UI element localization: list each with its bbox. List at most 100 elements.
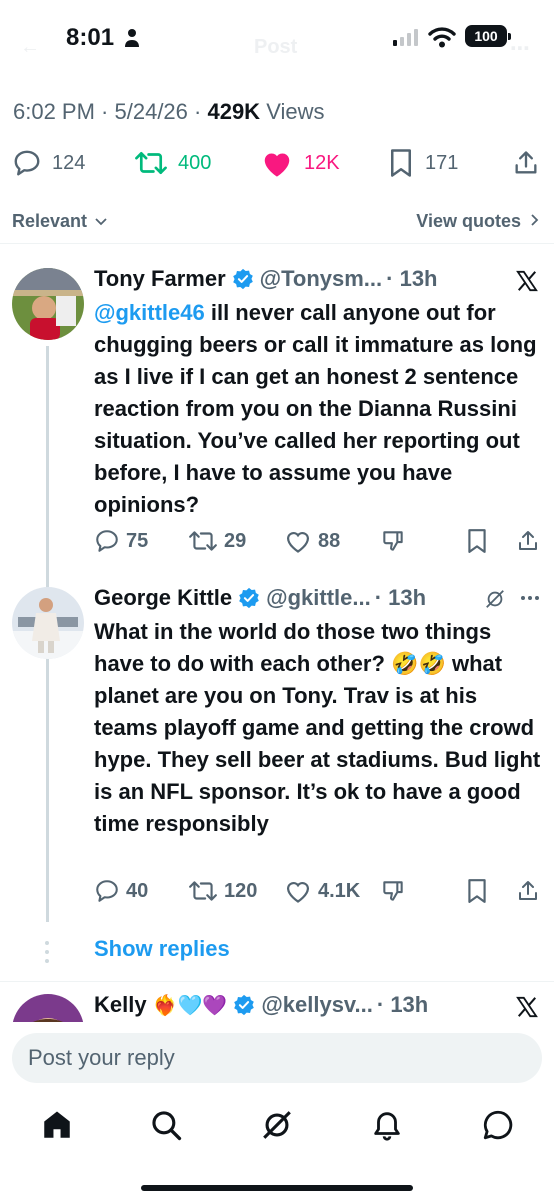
grok-icon[interactable] xyxy=(260,1108,294,1142)
reply-button[interactable]: 40 xyxy=(94,874,148,908)
messages-icon[interactable] xyxy=(481,1108,515,1142)
heart-icon xyxy=(286,882,310,903)
bookmark-icon xyxy=(468,529,486,553)
divider xyxy=(0,981,554,982)
author-handle[interactable]: @kellysv... xyxy=(261,992,373,1018)
like-stat[interactable]: 12K xyxy=(260,140,340,186)
avatar[interactable] xyxy=(12,587,84,659)
post-age: · 13h xyxy=(374,585,427,610)
reply-composer[interactable] xyxy=(12,1033,542,1083)
home-icon[interactable] xyxy=(40,1108,74,1142)
reply-header: George Kittle @gkittle... · 13h xyxy=(94,585,426,611)
bookmark-stat[interactable]: 171 xyxy=(387,140,458,186)
heart-icon xyxy=(286,532,310,553)
tweet-views-count: 429K xyxy=(207,99,261,124)
bookmark-icon xyxy=(391,149,411,177)
bookmark-button[interactable] xyxy=(466,524,488,558)
name-emoji: ❤️‍🔥🩵💜 xyxy=(152,994,228,1017)
reply-icon xyxy=(14,150,40,176)
verified-badge-icon xyxy=(239,587,259,609)
downvote-icon xyxy=(383,531,403,551)
reply-input[interactable] xyxy=(12,1033,542,1083)
repost-count: 400 xyxy=(178,151,212,174)
author-handle[interactable]: @gkittle... xyxy=(266,585,371,611)
share-button[interactable] xyxy=(512,140,540,186)
sort-label: Relevant xyxy=(12,211,88,231)
thread-dots-icon xyxy=(45,941,49,963)
bookmark-icon xyxy=(468,879,486,903)
repost-icon xyxy=(135,151,167,175)
show-replies-link[interactable]: Show replies xyxy=(94,936,230,962)
search-icon[interactable] xyxy=(149,1108,183,1142)
x-logo-icon[interactable] xyxy=(516,996,538,1018)
author-name[interactable]: George Kittle xyxy=(94,585,232,611)
reply-count: 75 xyxy=(126,529,149,552)
repost-button[interactable]: 29 xyxy=(188,524,246,558)
reply-count: 124 xyxy=(52,151,86,174)
tab-bar xyxy=(0,1100,554,1150)
reply-text: @gkittle46 ill never call anyone out for… xyxy=(94,297,542,521)
mention-link[interactable]: @gkittle46 xyxy=(94,300,205,325)
reply-actions: 75 29 88 xyxy=(94,524,544,558)
downvote-icon xyxy=(383,881,403,901)
tweet-stats: 124 400 12K 171 xyxy=(0,140,554,186)
chevron-right-icon xyxy=(531,214,539,226)
repost-stat[interactable]: 400 xyxy=(134,140,211,186)
header-title: Post xyxy=(254,36,298,58)
view-quotes-link[interactable]: View quotes xyxy=(416,211,540,232)
reply-text-continued: what planet are you on Tony. Trav is at … xyxy=(94,651,541,836)
signal-icon xyxy=(393,28,418,46)
avatar[interactable] xyxy=(12,268,84,340)
bookmark-button[interactable] xyxy=(466,874,488,908)
author-handle[interactable]: @Tonysm... xyxy=(260,266,383,292)
post-age: · 13h xyxy=(376,992,429,1017)
share-icon xyxy=(519,881,537,900)
grok-icon[interactable] xyxy=(484,588,506,610)
downvote-button[interactable] xyxy=(380,874,406,908)
tweet-views-label: Views xyxy=(266,99,325,124)
downvote-button[interactable] xyxy=(380,524,406,558)
back-arrow-icon[interactable]: ← xyxy=(20,36,40,59)
repost-count: 120 xyxy=(224,879,258,902)
reply-sort-bar: Relevant View quotes xyxy=(0,200,554,244)
repost-button[interactable]: 120 xyxy=(188,874,257,908)
share-icon xyxy=(519,531,537,550)
like-count: 12K xyxy=(304,151,340,174)
reply-button[interactable]: 75 xyxy=(94,524,148,558)
verified-badge-icon xyxy=(234,994,255,1016)
reply-actions: 40 120 4.1K xyxy=(94,874,544,908)
reply-icon xyxy=(96,880,118,902)
reply-stat[interactable]: 124 xyxy=(12,140,85,186)
repost-count: 29 xyxy=(224,529,247,552)
more-icon[interactable] xyxy=(520,592,540,604)
like-count: 4.1K xyxy=(318,879,361,902)
reply-text-content: ill never call anyone out for chugging b… xyxy=(94,300,537,517)
author-name[interactable]: Tony Farmer xyxy=(94,266,226,292)
author-name[interactable]: Kelly xyxy=(94,992,147,1018)
view-quotes-label: View quotes xyxy=(416,211,521,231)
sort-dropdown[interactable]: Relevant xyxy=(12,211,108,232)
more-icon[interactable]: ⋯ xyxy=(510,36,530,61)
notifications-icon[interactable] xyxy=(370,1108,404,1142)
x-logo-icon[interactable] xyxy=(516,270,538,292)
laughing-emoji: 🤣🤣 xyxy=(391,651,446,676)
like-button[interactable]: 88 xyxy=(284,524,340,558)
reply-header: Tony Farmer @Tonysm... · 13h xyxy=(94,266,438,292)
like-count: 88 xyxy=(318,529,341,552)
heart-filled-icon xyxy=(264,153,290,177)
reply-text: What in the world do those two things ha… xyxy=(94,616,542,840)
bookmark-count: 171 xyxy=(425,151,459,174)
reply-header: Kelly ❤️‍🔥🩵💜 @kellysv... · 13h xyxy=(94,992,428,1018)
status-bar: 8:01 ← Post ⋯ 100 xyxy=(0,0,554,80)
reply-count: 40 xyxy=(126,879,149,902)
repost-icon xyxy=(189,881,217,901)
like-button[interactable]: 4.1K xyxy=(284,874,360,908)
share-button[interactable] xyxy=(516,874,540,908)
wifi-icon xyxy=(428,27,456,48)
chevron-down-icon xyxy=(95,218,107,226)
share-button[interactable] xyxy=(516,524,540,558)
home-indicator xyxy=(141,1185,413,1191)
reply-icon xyxy=(96,530,118,552)
verified-badge-icon xyxy=(232,268,253,290)
share-icon xyxy=(515,151,537,174)
